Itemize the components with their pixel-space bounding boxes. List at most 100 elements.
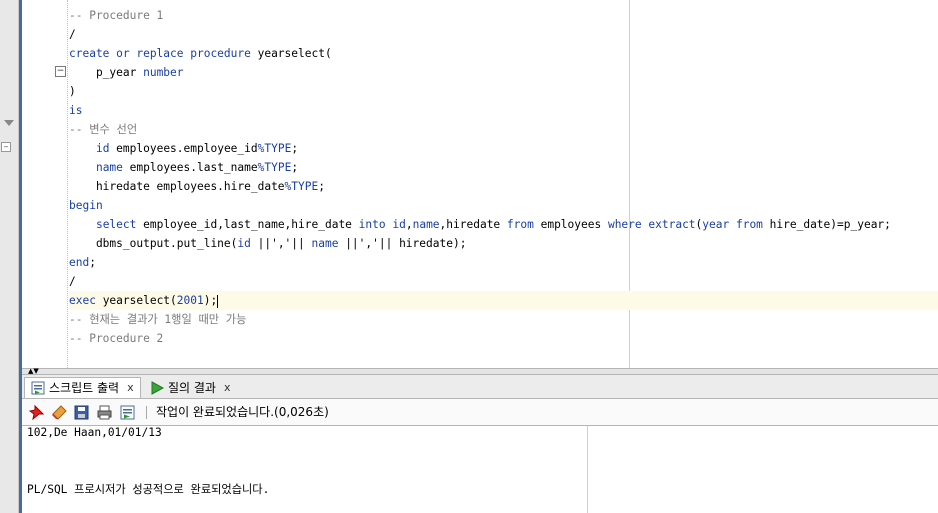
tab-query-result[interactable]: 질의 결과 x [144, 377, 254, 398]
code-token: from [506, 218, 534, 231]
code-line[interactable]: create or replace procedure yearselect( [69, 44, 938, 63]
output-tab-bar: 스크립트 출력 x 질의 결과 x [22, 375, 938, 399]
code-token: %TYPE [284, 180, 319, 193]
code-line[interactable]: / [69, 272, 938, 291]
code-token: where [607, 218, 642, 231]
code-token: -- 변수 선언 [69, 123, 138, 136]
code-token: -- 현재는 결과가 1행일 때만 가능 [69, 313, 247, 326]
code-token: employee_id,last_name,hire_date [136, 218, 359, 231]
code-token: year from [702, 218, 763, 231]
collapse-icon[interactable]: − [1, 142, 11, 152]
code-line[interactable]: select employee_id,last_name,hire_date i… [69, 215, 938, 234]
code-token: p_year [69, 66, 144, 79]
fold-guide-line [67, 0, 68, 368]
tab-query-result-label: 질의 결과 [168, 380, 216, 395]
code-line[interactable]: -- Procedure 1 [69, 6, 938, 25]
code-line[interactable]: -- 현재는 결과가 1행일 때만 가능 [69, 310, 938, 329]
tab-close-icon[interactable]: x [127, 378, 134, 398]
code-token: employees [533, 218, 608, 231]
code-token: %TYPE [257, 161, 292, 174]
toolbar-separator [146, 406, 147, 419]
code-token: exec [69, 294, 96, 307]
code-token: yearselect( [257, 47, 332, 60]
pin-icon[interactable] [29, 405, 44, 420]
code-token: ; [89, 256, 96, 269]
output-line: PL/SQL 프로시저가 성공적으로 완료되었습니다. [27, 483, 270, 496]
code-token: create or replace procedure [69, 47, 258, 60]
code-line[interactable]: hiredate employees.hire_date%TYPE; [69, 177, 938, 196]
code-token: 2001 [176, 294, 204, 307]
code-token: %TYPE [257, 142, 292, 155]
output-line: 102,De Haan,01/01/13 [27, 426, 162, 439]
code-line[interactable]: end; [69, 253, 938, 272]
code-token: is [69, 104, 83, 117]
tab-close-icon[interactable]: x [224, 378, 231, 398]
code-token: dbms_output.put_line( [69, 237, 238, 250]
code-token: extract [648, 218, 696, 231]
code-line[interactable]: id employees.employee_id%TYPE; [69, 139, 938, 158]
left-navigator-strip: − [0, 0, 19, 513]
code-token: name [311, 237, 339, 250]
save-icon[interactable] [74, 405, 89, 420]
code-line[interactable]: is [69, 101, 938, 120]
editor-gutter [22, 0, 54, 368]
code-line[interactable]: / [69, 25, 938, 44]
code-token: hiredate employees.hire_date [69, 180, 285, 193]
splitter-arrows-icon[interactable]: ▲▼ [28, 368, 39, 375]
run-query-icon [151, 380, 164, 395]
code-token: ||','|| [250, 237, 312, 250]
code-token: select [95, 218, 137, 231]
code-token: employees.last_name [122, 161, 258, 174]
code-token: id [95, 142, 110, 155]
code-line[interactable]: -- Procedure 2 [69, 329, 938, 348]
code-token: -- Procedure 1 [69, 9, 164, 22]
code-token: ; [291, 142, 299, 155]
code-token: name [412, 218, 440, 231]
script-output-icon [31, 381, 45, 395]
code-line[interactable]: -- 변수 선언 [69, 120, 938, 139]
code-line[interactable]: p_year number [69, 63, 938, 82]
code-token: id [237, 237, 251, 250]
tab-script-output-label: 스크립트 출력 [49, 381, 120, 395]
code-line[interactable]: ) [69, 82, 938, 101]
sql-worksheet-editor[interactable]: − -- Procedure 1 / create or replace proce… [22, 0, 938, 368]
script-output-area[interactable]: 102,De Haan,01/01/13 PL/SQL 프로시저가 성공적으로 … [22, 426, 938, 513]
code-token: , [405, 218, 413, 231]
code-token: ); [203, 294, 218, 307]
code-token: / [69, 275, 76, 288]
code-line[interactable]: begin [69, 196, 938, 215]
code-token: employees.employee_id [109, 142, 258, 155]
code-line[interactable]: dbms_output.put_line(id ||','|| name ||'… [69, 234, 938, 253]
tab-script-output[interactable]: 스크립트 출력 x [24, 377, 141, 398]
code-token: yearselect( [95, 294, 177, 307]
output-file-icon[interactable] [120, 405, 135, 420]
code-line[interactable]: name employees.last_name%TYPE; [69, 158, 938, 177]
code-token: ||','|| hiredate); [338, 237, 467, 250]
output-toolbar: 작업이 완료되었습니다.(0,026초) [22, 399, 938, 426]
current-code-line[interactable]: exec yearselect(2001); [69, 291, 938, 310]
code-token: into [358, 218, 386, 231]
code-area[interactable]: -- Procedure 1 / create or replace procedu… [69, 0, 938, 348]
execution-status: 작업이 완료되었습니다.(0,026초) [156, 405, 329, 419]
code-token: hire_date)=p_year; [762, 218, 891, 231]
code-token: end [69, 256, 90, 269]
code-token: ; [291, 161, 299, 174]
fold-collapse-icon[interactable]: − [55, 66, 66, 77]
code-token: -- Procedure 2 [69, 332, 164, 345]
eraser-icon[interactable] [52, 405, 67, 420]
code-token: ,hiredate [439, 218, 507, 231]
code-token: number [143, 66, 184, 79]
code-token: / [69, 28, 76, 41]
code-token: ; [318, 180, 325, 193]
code-token: begin [69, 199, 103, 212]
panel-splitter[interactable]: ▲▼ [22, 368, 938, 375]
print-icon[interactable] [97, 405, 112, 420]
output-margin-line [587, 426, 588, 513]
code-token: name [95, 161, 123, 174]
scroll-down-icon[interactable] [4, 120, 14, 126]
text-caret [217, 294, 219, 308]
code-token: ) [69, 85, 76, 98]
